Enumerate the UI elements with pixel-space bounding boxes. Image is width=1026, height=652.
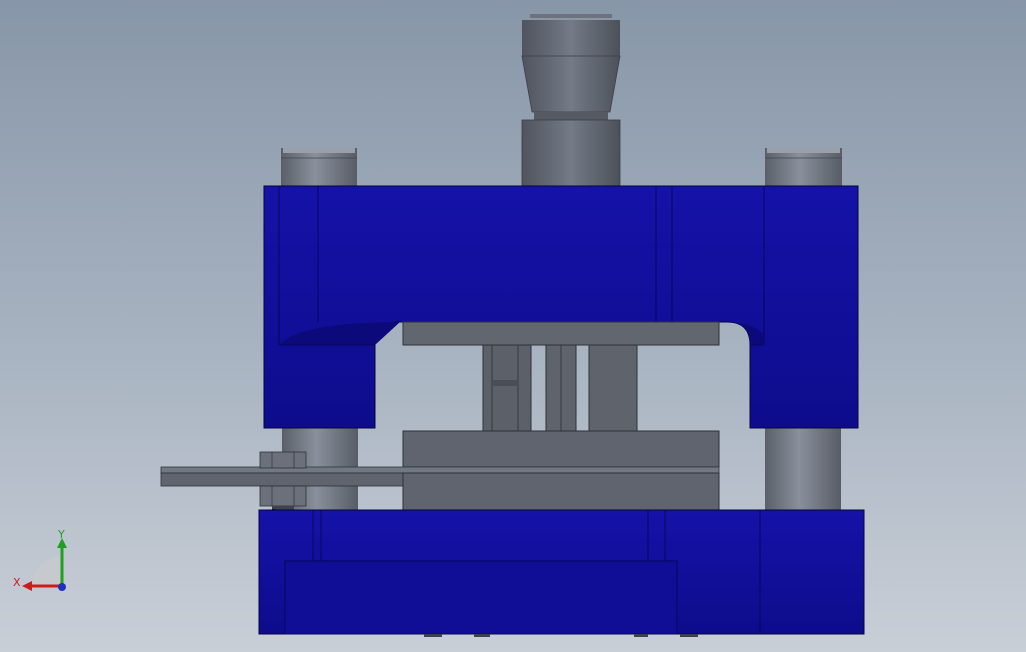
- die-set-model[interactable]: [0, 0, 1026, 652]
- graphics-viewport[interactable]: Y X: [0, 0, 1026, 652]
- x-axis-label: X: [13, 576, 21, 589]
- z-axis-icon: [58, 583, 66, 591]
- shank: [521, 14, 621, 187]
- y-axis-label: Y: [57, 528, 65, 541]
- x-axis-arrow-icon: [22, 581, 32, 591]
- guide-post-left-top: [281, 148, 357, 186]
- punches: [482, 344, 638, 432]
- guide-post-right-lower: [765, 428, 841, 510]
- guide-post-right-top: [765, 148, 842, 186]
- triad-plane: [32, 556, 62, 586]
- die-block: [402, 430, 720, 468]
- die-plate: [402, 472, 720, 511]
- lower-die-shoe: [258, 509, 865, 635]
- punch-plate: [402, 321, 720, 346]
- axis-triad: Y X: [13, 528, 67, 591]
